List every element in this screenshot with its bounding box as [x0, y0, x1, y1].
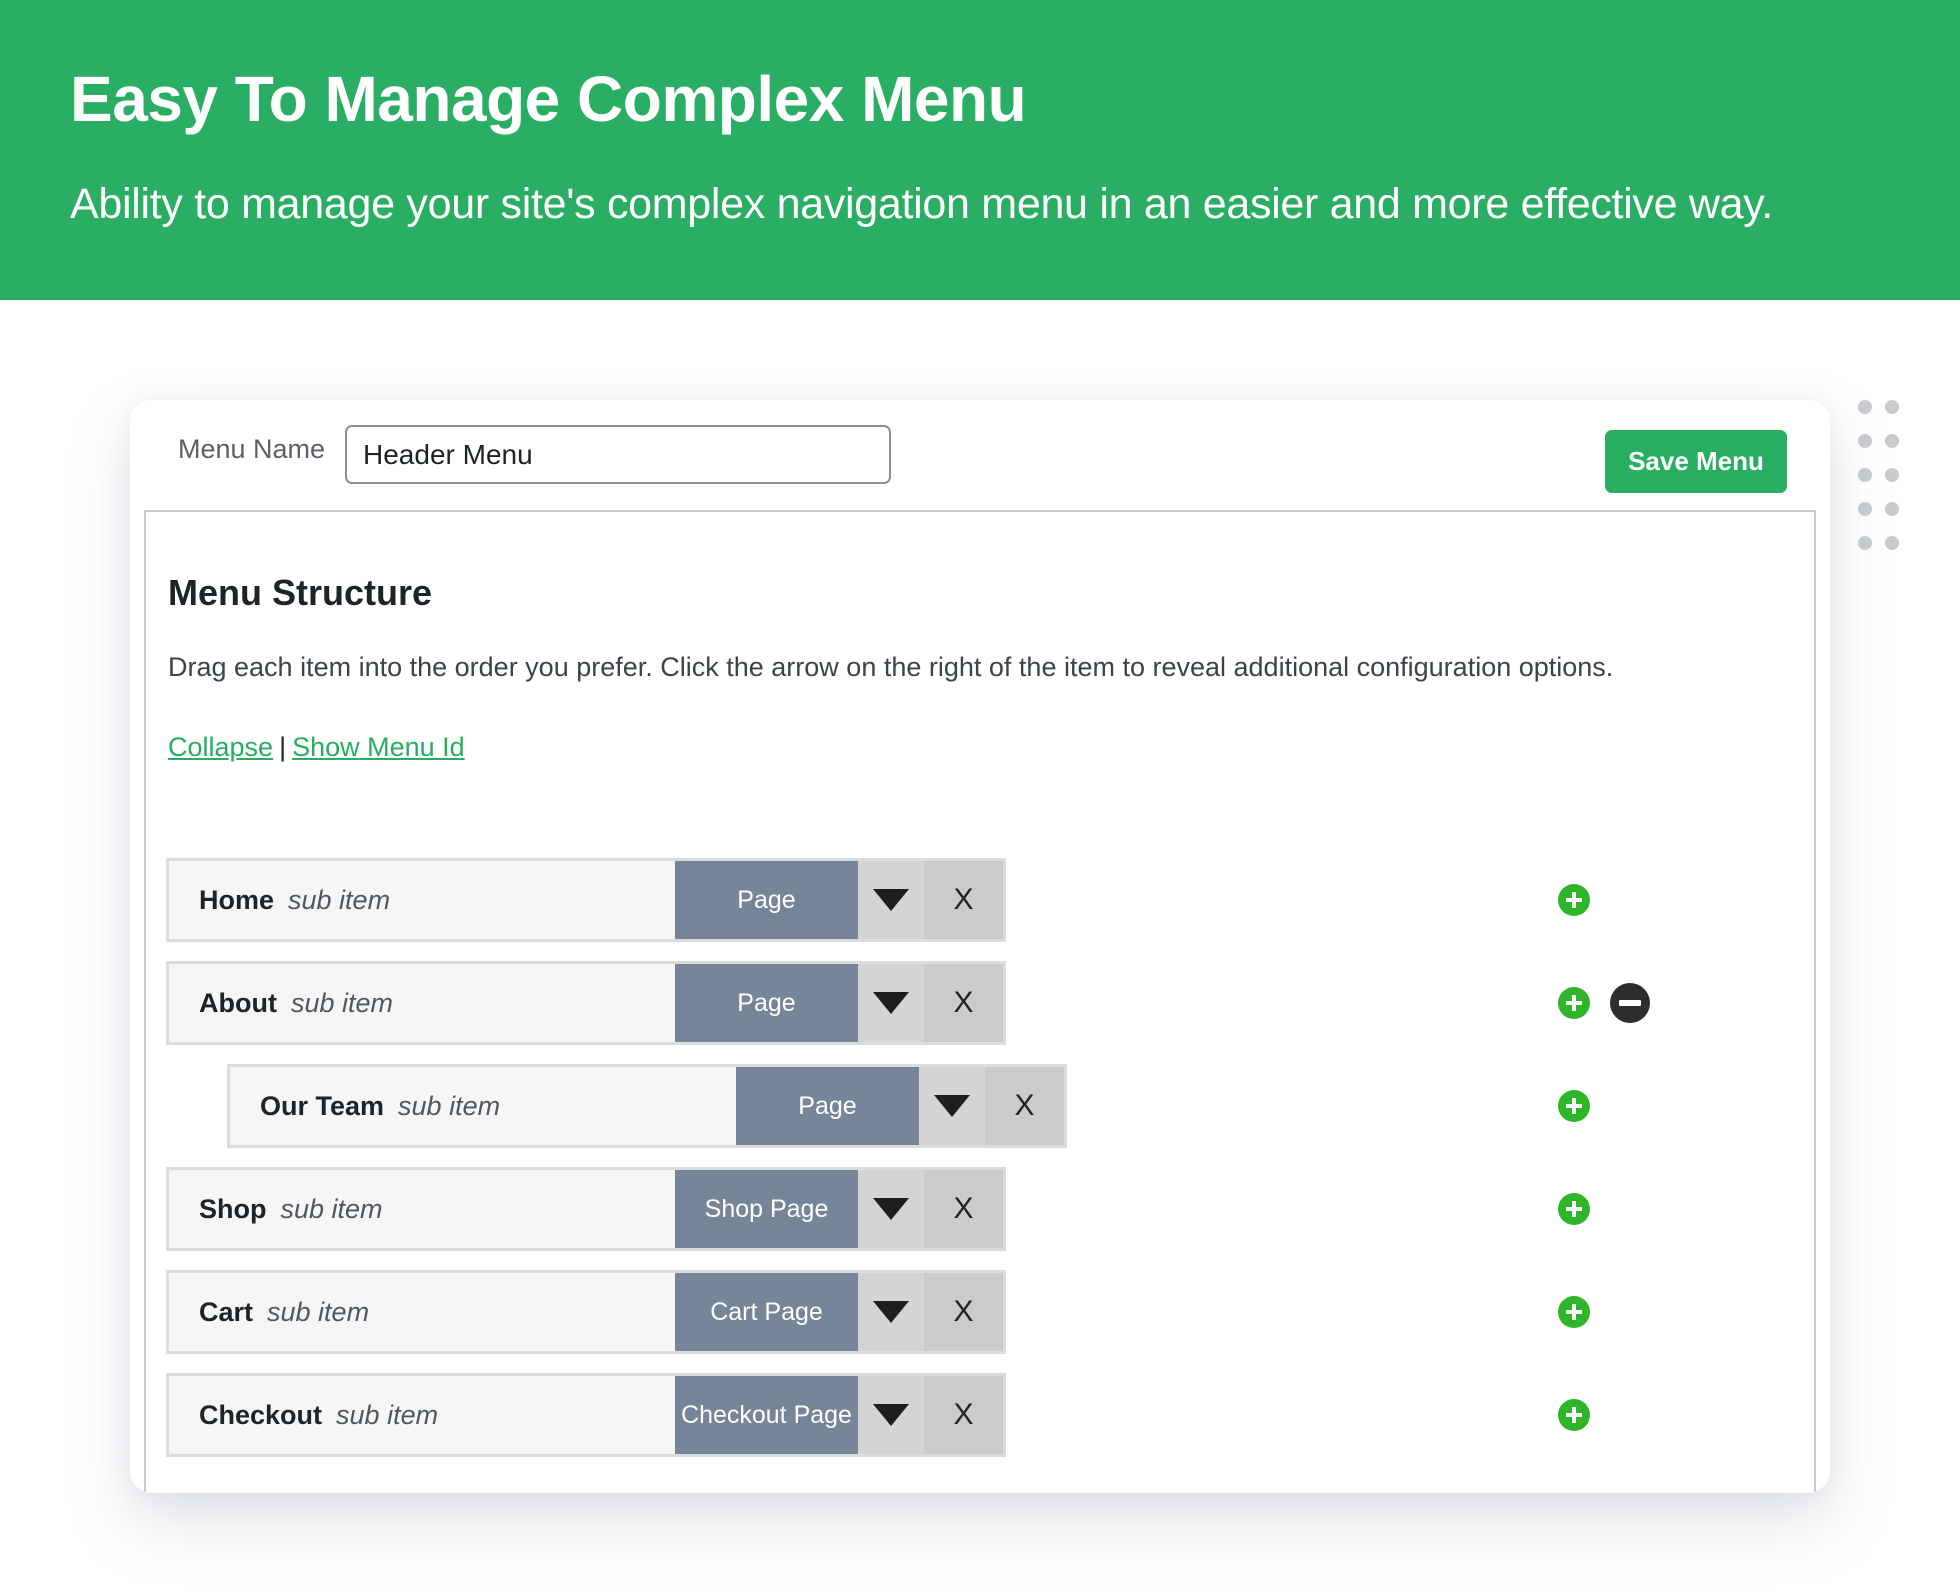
- delete-item-button[interactable]: X: [924, 1273, 1003, 1351]
- menu-item-type-badge: Shop Page: [675, 1170, 858, 1248]
- menu-item-title: Shop: [199, 1193, 267, 1224]
- dot: [1858, 502, 1872, 516]
- dot: [1858, 468, 1872, 482]
- delete-item-button[interactable]: X: [924, 1376, 1003, 1454]
- menu-item-row[interactable]: Shop sub item Shop Page X: [166, 1167, 1006, 1251]
- add-sub-item-icon[interactable]: [1558, 884, 1590, 916]
- menu-item-sub-label: sub item: [288, 884, 391, 915]
- menu-item-sub-label: sub item: [267, 1296, 370, 1327]
- menu-item-type-badge: Page: [736, 1067, 919, 1145]
- hero-subtitle: Ability to manage your site's complex na…: [70, 180, 1773, 228]
- caret-down-icon: [873, 1198, 909, 1220]
- menu-item-label[interactable]: Shop sub item: [169, 1170, 675, 1248]
- add-sub-item-icon[interactable]: [1558, 1296, 1590, 1328]
- menu-item-title: Checkout: [199, 1399, 323, 1430]
- dot: [1885, 434, 1899, 448]
- menu-item-title: Cart: [199, 1296, 254, 1327]
- menu-item-sub-label: sub item: [280, 1193, 383, 1224]
- expand-item-button[interactable]: [858, 1273, 924, 1351]
- add-sub-item-icon[interactable]: [1558, 1193, 1590, 1225]
- menu-item-label[interactable]: About sub item: [169, 964, 675, 1042]
- show-menu-id-link[interactable]: Show Menu Id: [292, 732, 465, 762]
- menu-item-type-badge: Cart Page: [675, 1273, 858, 1351]
- dot: [1885, 502, 1899, 516]
- menu-item-title: Home: [199, 884, 275, 915]
- delete-item-button[interactable]: X: [924, 861, 1003, 939]
- dot: [1858, 536, 1872, 550]
- link-separator: |: [279, 732, 287, 762]
- expand-item-button[interactable]: [858, 964, 924, 1042]
- caret-down-icon: [873, 889, 909, 911]
- dot: [1885, 400, 1899, 414]
- caret-down-icon: [873, 1301, 909, 1323]
- menu-item-label[interactable]: Checkout sub item: [169, 1376, 675, 1454]
- dot: [1858, 434, 1872, 448]
- menu-editor-card: Menu Name Save Menu Menu Structure Drag …: [130, 400, 1830, 1493]
- menu-item-row[interactable]: Home sub item Page X: [166, 858, 1006, 942]
- menu-structure-panel: Menu Structure Drag each item into the o…: [144, 510, 1816, 1493]
- expand-item-button[interactable]: [858, 1376, 924, 1454]
- save-menu-button[interactable]: Save Menu: [1605, 430, 1787, 493]
- expand-item-button[interactable]: [919, 1067, 985, 1145]
- structure-links: Collapse | Show Menu Id: [168, 732, 465, 763]
- menu-item-row[interactable]: Cart sub item Cart Page X: [166, 1270, 1006, 1354]
- menu-structure-title: Menu Structure: [168, 572, 433, 613]
- menu-item-type-badge: Page: [675, 964, 858, 1042]
- add-sub-item-icon[interactable]: [1558, 1399, 1590, 1431]
- menu-item-row[interactable]: Our Team sub item Page X: [227, 1064, 1067, 1148]
- expand-item-button[interactable]: [858, 1170, 924, 1248]
- hero-banner: Easy To Manage Complex Menu Ability to m…: [0, 0, 1960, 300]
- menu-name-input[interactable]: [345, 425, 891, 484]
- hero-title: Easy To Manage Complex Menu: [70, 63, 1027, 135]
- menu-item-title: Our Team: [260, 1090, 385, 1121]
- menu-name-label: Menu Name: [178, 434, 326, 464]
- add-sub-item-icon[interactable]: [1558, 987, 1590, 1019]
- menu-item-sub-label: sub item: [336, 1399, 439, 1430]
- expand-item-button[interactable]: [858, 861, 924, 939]
- dot: [1858, 400, 1872, 414]
- menu-structure-description: Drag each item into the order you prefer…: [168, 652, 1614, 682]
- menu-item-label[interactable]: Our Team sub item: [230, 1067, 736, 1145]
- menu-item-label[interactable]: Cart sub item: [169, 1273, 675, 1351]
- collapse-link[interactable]: Collapse: [168, 732, 273, 762]
- decorative-dots: [1858, 400, 1904, 550]
- menu-item-label[interactable]: Home sub item: [169, 861, 675, 939]
- caret-down-icon: [873, 1404, 909, 1426]
- dot: [1885, 536, 1899, 550]
- add-sub-item-icon[interactable]: [1558, 1090, 1590, 1122]
- delete-item-button[interactable]: X: [924, 1170, 1003, 1248]
- menu-item-sub-label: sub item: [290, 987, 394, 1018]
- delete-item-button[interactable]: X: [924, 964, 1003, 1042]
- menu-item-type-badge: Page: [675, 861, 858, 939]
- menu-item-row[interactable]: About sub item Page X: [166, 961, 1006, 1045]
- menu-item-row[interactable]: Checkout sub item Checkout Page X: [166, 1373, 1006, 1457]
- caret-down-icon: [934, 1095, 970, 1117]
- menu-item-sub-label: sub item: [398, 1090, 501, 1121]
- dot: [1885, 468, 1899, 482]
- remove-sub-item-icon[interactable]: [1610, 983, 1650, 1023]
- caret-down-icon: [873, 992, 909, 1014]
- delete-item-button[interactable]: X: [985, 1067, 1064, 1145]
- menu-item-type-badge: Checkout Page: [675, 1376, 858, 1454]
- menu-item-title: About: [199, 987, 277, 1018]
